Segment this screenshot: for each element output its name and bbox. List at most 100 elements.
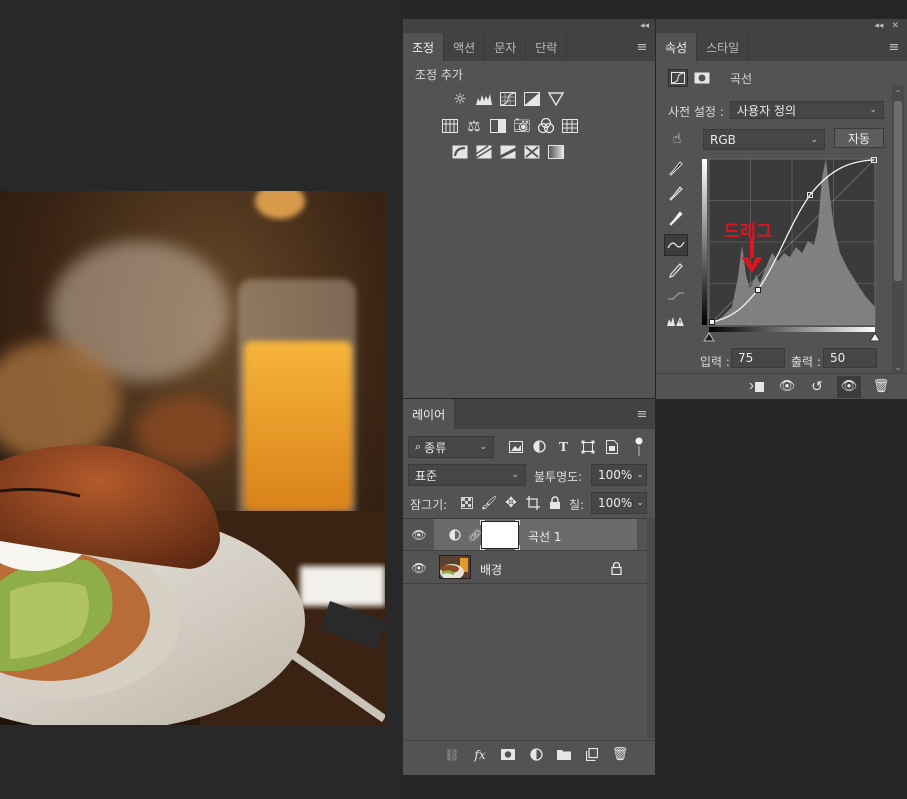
panel-collapse-bar[interactable]: ◂◂ — [403, 19, 655, 33]
scroll-down-icon[interactable]: ⌄ — [893, 363, 903, 372]
adjustment-filter-icon[interactable] — [531, 438, 548, 455]
invert-icon[interactable] — [451, 143, 469, 161]
properties-title: 곡선 — [730, 71, 753, 86]
shape-filter-icon[interactable] — [579, 438, 596, 455]
vibrance-icon[interactable] — [547, 90, 565, 108]
on-image-adjust-icon[interactable]: ☝ — [666, 130, 688, 148]
filter-kind-dropdown[interactable]: ⌕ 종류 ⌄ — [408, 436, 494, 458]
collapse-icon[interactable]: ◂◂ — [874, 21, 883, 31]
tab-properties[interactable]: 속성 — [656, 33, 698, 61]
layer-row-curves[interactable]: 👁︎ 🔗︎ 곡선 1 — [403, 519, 647, 551]
visibility-eye-icon[interactable]: 👁︎ — [409, 527, 429, 543]
photo-filter-icon[interactable]: 📷︎ — [513, 117, 531, 135]
clipping-warning-icon[interactable] — [664, 311, 688, 331]
chevron-down-icon[interactable]: ⌄ — [632, 470, 647, 480]
input-field[interactable]: 75 — [731, 348, 785, 368]
tab-paragraph[interactable]: 단락 — [526, 33, 568, 61]
layer-name[interactable]: 배경 — [480, 561, 502, 578]
selective-color-icon[interactable] — [523, 143, 541, 161]
properties-scrollbar[interactable]: ⌃ ⌄ — [892, 85, 904, 375]
new-layer-icon[interactable] — [583, 748, 601, 761]
hue-saturation-icon[interactable] — [441, 117, 459, 135]
filter-toggle-icon[interactable] — [635, 437, 643, 457]
document-canvas[interactable] — [0, 0, 403, 799]
curves-graph[interactable]: 드래그 — [702, 157, 882, 347]
tab-actions[interactable]: 액션 — [444, 33, 486, 61]
levels-icon[interactable] — [475, 90, 493, 108]
layers-scrollbar[interactable] — [647, 518, 655, 738]
reset-icon[interactable]: ↺ — [807, 379, 827, 395]
scroll-thumb[interactable] — [894, 101, 902, 281]
lock-artboard-icon[interactable] — [525, 495, 541, 511]
tab-adjustments[interactable]: 조정 — [403, 33, 445, 61]
visibility-eye-icon[interactable]: 👁︎ — [409, 560, 429, 576]
panel-menu-icon[interactable]: ≡ — [881, 33, 907, 61]
lock-position-icon[interactable]: ✥ — [503, 495, 519, 511]
auto-button[interactable]: 자동 — [834, 128, 884, 148]
exposure-icon[interactable] — [523, 90, 541, 108]
black-point-eyedropper-icon[interactable] — [664, 159, 688, 179]
chevron-down-icon: ⌄ — [810, 134, 818, 145]
color-balance-icon[interactable]: ⚖ — [465, 117, 483, 135]
chevron-down-icon: ⌄ — [511, 470, 519, 480]
mask-icon[interactable] — [692, 69, 712, 87]
close-panel-icon[interactable]: ✕ — [891, 21, 899, 31]
lock-all-icon[interactable] — [547, 495, 563, 511]
color-lookup-icon[interactable] — [561, 117, 579, 135]
type-filter-icon[interactable]: T — [555, 438, 572, 455]
delete-layer-icon[interactable]: 🗑︎ — [611, 747, 629, 762]
layer-style-fx-icon[interactable]: fx — [471, 748, 489, 762]
fill-field[interactable]: 100% ⌄ — [591, 492, 647, 514]
add-mask-icon[interactable] — [499, 749, 517, 760]
posterize-icon[interactable] — [475, 143, 493, 161]
layer-row-background[interactable]: 👁︎ 배경 — [403, 552, 647, 584]
threshold-icon[interactable] — [499, 143, 517, 161]
link-layers-icon[interactable]: ⛓︎ — [443, 748, 461, 762]
tab-layers[interactable]: 레이어 — [403, 399, 456, 429]
gradient-map-icon[interactable] — [547, 143, 565, 161]
layer-mask-thumbnail[interactable] — [480, 520, 520, 550]
channel-mixer-icon[interactable] — [537, 117, 555, 135]
preset-dropdown[interactable]: 사용자 정의 ⌄ — [730, 101, 884, 119]
pencil-icon[interactable] — [664, 261, 688, 281]
panel-menu-icon[interactable]: ≡ — [629, 33, 655, 61]
layer-name[interactable]: 곡선 1 — [528, 528, 562, 545]
opacity-label: 불투명도: — [534, 470, 583, 484]
curve-point-tool-icon[interactable] — [664, 234, 688, 256]
smart-object-filter-icon[interactable] — [603, 438, 620, 455]
opacity-field[interactable]: 100% ⌄ — [591, 464, 647, 486]
toggle-visibility-icon[interactable]: 👁︎ — [837, 375, 861, 398]
panel-collapse-bar[interactable]: ◂◂ ✕ — [656, 19, 907, 33]
layer-thumbnail[interactable] — [439, 555, 471, 579]
new-group-folder-icon[interactable] — [555, 749, 573, 760]
tab-character[interactable]: 문자 — [485, 33, 527, 61]
search-icon: ⌕ — [415, 440, 422, 453]
input-label: 입력 : — [700, 355, 730, 369]
collapse-icon[interactable]: ◂◂ — [640, 21, 649, 31]
tab-styles[interactable]: 스타일 — [697, 33, 750, 61]
channel-dropdown[interactable]: RGB ⌄ — [703, 129, 825, 150]
properties-tabbar: 속성 스타일 ≡ — [656, 33, 907, 61]
lock-image-pixels-icon[interactable]: 🖌︎ — [481, 495, 498, 511]
curves-adjustment-icon[interactable] — [668, 69, 688, 87]
trash-icon[interactable]: 🗑︎ — [871, 379, 891, 394]
adjustment-icons-row-1: ☼ — [451, 90, 565, 108]
output-field[interactable]: 50 — [823, 348, 877, 368]
panel-menu-icon[interactable]: ≡ — [629, 399, 655, 429]
gray-point-eyedropper-icon[interactable] — [664, 184, 688, 204]
lock-transparent-pixels-icon[interactable] — [459, 495, 475, 511]
image-filter-icon[interactable] — [507, 438, 524, 455]
blend-mode-dropdown[interactable]: 표준 ⌄ — [408, 464, 526, 486]
brightness-contrast-icon[interactable]: ☼ — [451, 90, 469, 108]
document-image[interactable] — [0, 191, 385, 725]
chevron-down-icon[interactable]: ⌄ — [632, 498, 647, 508]
black-white-icon[interactable] — [489, 117, 507, 135]
curves-icon[interactable] — [499, 90, 517, 108]
new-adjustment-layer-icon[interactable] — [527, 748, 545, 761]
view-previous-state-icon[interactable]: 👁︎ — [777, 379, 797, 394]
white-point-eyedropper-icon[interactable] — [664, 209, 688, 229]
clip-to-layer-icon[interactable] — [747, 381, 767, 393]
chevron-down-icon: ⌄ — [479, 442, 487, 452]
scroll-up-icon[interactable]: ⌃ — [893, 89, 903, 98]
smooth-curve-icon[interactable] — [664, 286, 688, 306]
